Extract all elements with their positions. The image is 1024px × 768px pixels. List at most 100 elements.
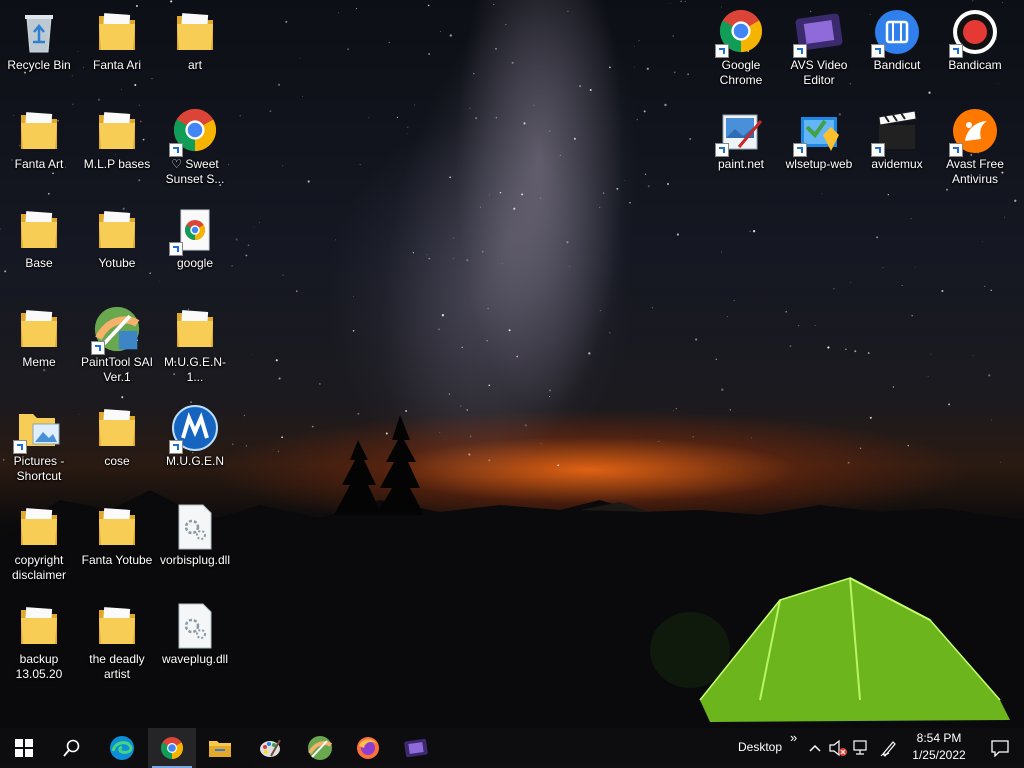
folder-icon xyxy=(171,305,219,353)
desktop-icon-label: ♡ Sweet Sunset S... xyxy=(165,157,225,186)
desktop-toolbar-label[interactable]: Desktop xyxy=(738,740,782,754)
shortcut-arrow-icon xyxy=(949,143,963,157)
taskbar-edge[interactable] xyxy=(98,728,146,768)
notification-center-icon xyxy=(991,740,1009,757)
firefox-icon xyxy=(357,737,379,759)
folder-icon xyxy=(93,206,141,254)
system-clock[interactable]: 8:54 PM 1/25/2022 xyxy=(904,730,974,764)
desktop-icon-label: M.U.G.E.N xyxy=(165,454,224,468)
shortcut-arrow-icon xyxy=(949,44,963,58)
avs-video-editor-icon xyxy=(793,8,843,58)
toolbar-overflow-chevron[interactable]: » xyxy=(790,730,797,745)
desktop-icon-cose[interactable]: cose xyxy=(78,398,156,492)
desktop-icon-google[interactable]: google xyxy=(156,200,234,294)
start-button[interactable] xyxy=(0,728,48,768)
desktop-icon-paint-net[interactable]: paint.net xyxy=(702,101,780,195)
folder-icon xyxy=(15,602,63,650)
folder-icon xyxy=(171,8,219,56)
desktop-icon-wlsetup-web[interactable]: wlsetup-web xyxy=(780,101,858,195)
shortcut-arrow-icon xyxy=(169,143,183,157)
desktop-icon-avidemux[interactable]: avidemux xyxy=(858,101,936,195)
desktop-icon-avs-video-editor[interactable]: AVS Video Editor xyxy=(780,2,858,96)
shortcut-arrow-icon xyxy=(793,143,807,157)
desktop-icon-label: Avast Free Antivirus xyxy=(946,157,1004,186)
windows-start-icon xyxy=(15,739,33,757)
taskbar-firefox[interactable] xyxy=(344,728,392,768)
desktop-icon-label: Bandicam xyxy=(948,58,1002,72)
shortcut-arrow-icon xyxy=(871,44,885,58)
desktop-icon-meme[interactable]: Meme xyxy=(0,299,78,393)
dll-file-icon xyxy=(171,503,219,551)
search-icon xyxy=(63,739,80,757)
avidemux-icon xyxy=(871,107,921,157)
desktop-icon-label: Meme xyxy=(22,355,56,369)
desktop-icon-base[interactable]: Base xyxy=(0,200,78,294)
taskbar-paint[interactable] xyxy=(246,728,294,768)
desktop-icon-label: Recycle Bin xyxy=(7,58,71,72)
desktop-icon-label: waveplug.dll xyxy=(161,652,229,666)
folder-icon xyxy=(93,107,141,155)
desktop-icon-fanta-art[interactable]: Fanta Art xyxy=(0,101,78,195)
desktop-icon-bandicam[interactable]: Bandicam xyxy=(936,2,1014,96)
mugen-icon xyxy=(169,404,219,454)
desktop-icon-m-u-g-e-n-1[interactable]: M.U.G.E.N-1... xyxy=(156,299,234,393)
folder-icon xyxy=(93,404,141,452)
desktop-icon-m-l-p-bases[interactable]: M.L.P bases xyxy=(78,101,156,195)
file-explorer-icon xyxy=(209,741,231,757)
desktop-icon-m-u-g-e-n[interactable]: M.U.G.E.N xyxy=(156,398,234,492)
desktop-icon-avast-free-antivirus[interactable]: Avast Free Antivirus xyxy=(936,101,1014,195)
shortcut-arrow-icon xyxy=(169,440,183,454)
desktop-icon-recycle-bin[interactable]: Recycle Bin xyxy=(0,2,78,96)
desktop-icon-fanta-yotube[interactable]: Fanta Yotube xyxy=(78,497,156,591)
search-button[interactable] xyxy=(48,728,96,768)
desktop-icon-copyright-disclaimer[interactable]: copyright disclaimer xyxy=(0,497,78,591)
shortcut-arrow-icon xyxy=(13,440,27,454)
desktop-icon-label: avidemux xyxy=(871,157,923,171)
desktop-icon-fanta-ari[interactable]: Fanta Ari xyxy=(78,2,156,96)
show-hidden-icons-button[interactable] xyxy=(804,728,826,768)
chrome-icon xyxy=(161,737,183,759)
chevron-up-icon xyxy=(809,744,821,752)
desktop-icon-backup-13-05-20[interactable]: backup 13.05.20 xyxy=(0,596,78,690)
desktop-icon-label: the deadly artist xyxy=(89,652,145,681)
desktop-icon-label: paint.net xyxy=(717,157,765,171)
shortcut-arrow-icon xyxy=(793,44,807,58)
taskbar: Desktop » 8:54 PM 1/25/2022 xyxy=(0,728,1024,768)
shortcut-arrow-icon xyxy=(871,143,885,157)
desktop-icon-google-chrome[interactable]: Google Chrome xyxy=(702,2,780,96)
desktop-icon-sweet-sunset-s[interactable]: ♡ Sweet Sunset S... xyxy=(156,101,234,195)
taskbar-file-explorer[interactable] xyxy=(196,728,244,768)
taskbar-avs-video-editor[interactable] xyxy=(392,728,440,768)
desktop-icon-art[interactable]: art xyxy=(156,2,234,96)
pen-icon xyxy=(880,741,896,757)
desktop-icon-waveplug-dll[interactable]: waveplug.dll xyxy=(156,596,234,690)
network-icon xyxy=(853,740,867,755)
desktop-icon-yotube[interactable]: Yotube xyxy=(78,200,156,294)
pen-workspace-button[interactable] xyxy=(876,728,902,768)
volume-button[interactable] xyxy=(826,728,850,768)
desktop-icon-vorbisplug-dll[interactable]: vorbisplug.dll xyxy=(156,497,234,591)
desktop-icon-label: wlsetup-web xyxy=(785,157,853,171)
folder-icon xyxy=(93,8,141,56)
desktop-icon-the-deadly-artist[interactable]: the deadly artist xyxy=(78,596,156,690)
action-center-button[interactable] xyxy=(976,728,1024,768)
desktop-icon-painttool-sai-ver-1[interactable]: PaintTool SAI Ver.1 xyxy=(78,299,156,393)
folder-icon xyxy=(15,206,63,254)
folder-icon xyxy=(93,503,141,551)
paint-palette-icon xyxy=(260,739,281,757)
network-button[interactable] xyxy=(850,728,874,768)
dll-file-icon xyxy=(171,602,219,650)
desktop-icon-bandicut[interactable]: Bandicut xyxy=(858,2,936,96)
taskbar-painttool-sai[interactable] xyxy=(296,728,344,768)
taskbar-chrome[interactable] xyxy=(148,728,196,768)
avast-icon xyxy=(949,107,999,157)
painttool-sai-icon xyxy=(308,736,333,760)
desktop-icon-label: vorbisplug.dll xyxy=(159,553,231,567)
windows-live-setup-icon xyxy=(793,107,843,157)
recycle-bin-icon xyxy=(15,8,63,56)
desktop-icon-label: Google Chrome xyxy=(719,58,763,87)
folder-icon xyxy=(93,602,141,650)
desktop-icon-pictures-shortcut[interactable]: Pictures - Shortcut xyxy=(0,398,78,492)
shortcut-arrow-icon xyxy=(91,341,105,355)
desktop-icon-label: backup 13.05.20 xyxy=(15,652,63,681)
